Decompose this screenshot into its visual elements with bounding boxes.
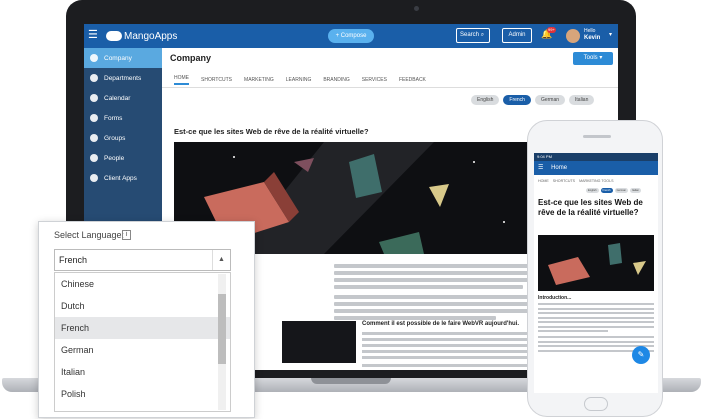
edit-fab-button[interactable]: ✎ [632,346,650,364]
sidebar-item-label: Client Apps [104,174,137,182]
phone-language-pills: English French German Italian [586,188,641,193]
sidebar-item-label: Departments [104,74,142,82]
search-label: Search [460,32,480,38]
language-select-popup: Select Language: i French ▲ Chinese Dutc… [38,221,255,418]
departments-icon [90,74,98,82]
chevron-down-icon[interactable]: ▾ [609,31,612,38]
people-icon [90,154,98,162]
sidebar-item-label: Company [104,54,132,62]
sidebar-item-label: People [104,154,125,162]
phone-nav-title: Home [551,165,568,171]
phone-lang-italian[interactable]: Italian [629,188,641,193]
scrollbar-thumb[interactable] [218,294,226,364]
hamburger-menu-icon[interactable]: ☰ [88,29,100,41]
phone-home-button[interactable] [584,397,608,411]
sidebar-item-departments[interactable]: Departments [84,68,162,88]
user-greeting[interactable]: Hello Kevin [584,28,600,42]
language-select[interactable]: French ▲ [54,249,231,271]
phone-article-title: Est-ce que les sites Web de rêve de la r… [538,198,643,217]
phone-mockup: 9:04 PM ☰ Home HOME SHORTCUTS MARKETING … [527,120,663,417]
language-option-polish[interactable]: Polish [55,383,230,405]
phone-tab-home[interactable]: HOME [538,179,549,183]
user-name: Kevin [584,35,601,41]
groups-icon [90,134,98,142]
phone-screen: 9:04 PM ☰ Home HOME SHORTCUTS MARKETING … [534,153,658,393]
language-pills: English French German Italian [471,95,595,105]
sidebar-item-company[interactable]: Company [84,48,162,68]
phone-hero-image [538,235,654,291]
sidebar-item-groups[interactable]: Groups [84,128,162,148]
language-option-chinese[interactable]: Chinese [55,273,230,295]
sidebar-item-label: Groups [104,134,126,142]
tab-branding[interactable]: BRANDING [323,77,349,83]
admin-button[interactable]: Admin [502,28,532,43]
avatar[interactable] [566,29,580,43]
lang-german[interactable]: German [534,95,566,105]
sidebar-item-label: Forms [104,114,123,122]
sidebar-item-client-apps[interactable]: Client Apps [84,168,162,188]
top-navbar: ☰ MangoApps + Compose Search ⌕ Admin 🔔 9… [84,24,618,48]
language-option-german[interactable]: German [55,339,230,361]
forms-icon [90,114,98,122]
phone-tab-bar: HOME SHORTCUTS MARKETING TOOLS [534,177,658,185]
mangoapps-logo[interactable]: MangoApps [106,28,177,44]
tools-button[interactable]: Tools ▾ [573,52,613,65]
article-title: Est-ce que les sites Web de rêve de la r… [174,127,369,136]
tab-bar: HOME SHORTCUTS MARKETING LEARNING BRANDI… [162,72,618,88]
article-subheading: Comment il est possible de le faire WebV… [362,321,520,327]
phone-lang-german[interactable]: German [614,188,628,193]
sidebar-item-label: Calendar [104,94,131,102]
status-time: 9:04 PM [537,154,552,159]
language-option-italian[interactable]: Italian [55,361,230,383]
sidebar-item-people[interactable]: People [84,148,162,168]
promo-composition: ☰ MangoApps + Compose Search ⌕ Admin 🔔 9… [0,0,703,419]
phone-intro-heading: Introduction... [538,295,572,301]
page-title: Company [170,53,212,63]
tab-shortcuts[interactable]: SHORTCUTS [201,77,232,83]
article-thumbnail [282,321,356,363]
tab-learning[interactable]: LEARNING [286,77,312,83]
phone-tab-shortcuts[interactable]: SHORTCUTS [553,179,575,183]
lang-french[interactable]: French [503,95,531,105]
tab-feedback[interactable]: FEEDBACK [399,77,426,83]
calendar-icon [90,94,98,102]
phone-lang-french[interactable]: French [600,188,613,193]
info-icon[interactable]: i [122,230,131,240]
caret-up-icon[interactable]: ▲ [212,250,230,270]
phone-navbar: ☰ Home [534,161,658,175]
sidebar-item-calendar[interactable]: Calendar [84,88,162,108]
phone-lang-english[interactable]: English [586,188,599,193]
compose-button[interactable]: + Compose [328,29,374,43]
vr-shapes-illustration [548,243,646,285]
laptop-notch [311,378,391,384]
select-language-label: Select Language: [54,230,125,240]
phone-status-bar: 9:04 PM [534,153,658,161]
cloud-logo-icon [106,31,122,41]
camera-dot [414,6,419,11]
hello-text: Hello [584,28,596,34]
language-option-dutch[interactable]: Dutch [55,295,230,317]
search-button[interactable]: Search ⌕ [456,28,490,43]
logo-text: MangoApps [124,30,178,42]
phone-speaker [583,135,611,138]
globe-icon [90,54,98,62]
notification-badge: 99+ [547,27,556,33]
language-select-value: French [59,255,88,265]
sidebar-item-forms[interactable]: Forms [84,108,162,128]
language-options-list: Chinese Dutch French German Italian Poli… [54,272,231,412]
lang-english[interactable]: English [471,95,500,105]
language-option-french[interactable]: French [55,317,230,339]
download-icon [90,174,98,182]
options-scrollbar[interactable] [218,274,226,410]
tab-services[interactable]: SERVICES [362,77,387,83]
search-icon: ⌕ [480,32,485,38]
hamburger-menu-icon[interactable]: ☰ [538,165,543,171]
tab-marketing[interactable]: MARKETING [244,77,274,83]
tab-home[interactable]: HOME [174,75,189,85]
lang-italian[interactable]: Italian [569,95,595,105]
phone-tab-marketing-tools[interactable]: MARKETING TOOLS [579,179,613,183]
